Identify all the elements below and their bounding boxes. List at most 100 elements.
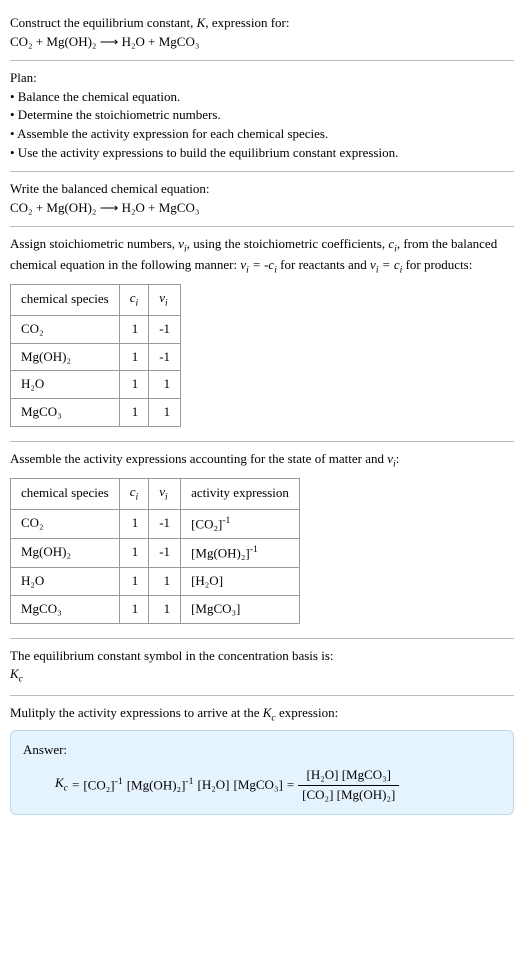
cell-activity: [H₂O] [181, 567, 300, 595]
table-header-row: chemical species ci νi activity expressi… [11, 478, 300, 509]
cell-species: CO₂ [11, 509, 120, 538]
cell-species: H₂O [11, 567, 120, 595]
stoich-b: , using the stoichiometric coefficients, [187, 236, 389, 251]
multiply-block: Mulitply the activity expressions to arr… [10, 698, 514, 825]
cell-species: MgCO₃ [11, 399, 120, 427]
cell-vi: 1 [149, 595, 181, 623]
balanced-heading: Write the balanced chemical equation: [10, 180, 514, 199]
equals: = [72, 776, 79, 795]
activity-block: Assemble the activity expressions accoun… [10, 444, 514, 635]
cell-activity: [Mg(OH)₂]-1 [181, 538, 300, 567]
kc-lhs: Kc [55, 774, 68, 796]
balanced-equation: CO₂ + Mg(OH)₂ ⟶ H₂O + MgCO₃ [10, 199, 514, 218]
cell-species: Mg(OH)₂ [11, 538, 120, 567]
cell-vi: -1 [149, 538, 181, 567]
table-row: MgCO₃ 1 1 [MgCO₃] [11, 595, 300, 623]
cell-vi: -1 [149, 509, 181, 538]
activity-text: Assemble the activity expressions accoun… [10, 450, 514, 472]
multiply-text: Mulitply the activity expressions to arr… [10, 704, 514, 726]
intro-text-b: , expression for: [205, 15, 289, 30]
term-mgco3: [MgCO₃] [234, 776, 283, 795]
plan-block: Plan: • Balance the chemical equation. •… [10, 63, 514, 169]
col-species: chemical species [11, 478, 120, 509]
plan-bullet-1: • Balance the chemical equation. [10, 88, 514, 107]
stoich-text: Assign stoichiometric numbers, νi, using… [10, 235, 514, 278]
table-row: H₂O 1 1 [H₂O] [11, 567, 300, 595]
table-row: CO₂ 1 -1 [CO₂]-1 [11, 509, 300, 538]
cell-vi: -1 [149, 315, 181, 343]
col-vi: νi [149, 285, 181, 316]
cell-ci: 1 [119, 315, 149, 343]
col-activity: activity expression [181, 478, 300, 509]
cell-species: Mg(OH)₂ [11, 343, 120, 371]
cell-ci: 1 [119, 509, 149, 538]
cell-ci: 1 [119, 343, 149, 371]
cell-vi: 1 [149, 371, 181, 399]
balanced-block: Write the balanced chemical equation: CO… [10, 174, 514, 224]
stoich-block: Assign stoichiometric numbers, νi, using… [10, 229, 514, 440]
activity-a: Assemble the activity expressions accoun… [10, 451, 387, 466]
cell-ci: 1 [119, 567, 149, 595]
term-h2o: [H₂O] [198, 776, 230, 795]
table-row: MgCO₃ 1 1 [11, 399, 181, 427]
col-species: chemical species [11, 285, 120, 316]
kc-symbol: Kc [10, 665, 514, 687]
cell-activity: [MgCO₃] [181, 595, 300, 623]
divider [10, 226, 514, 227]
cell-species: MgCO₃ [11, 595, 120, 623]
term-co2: [CO₂]-1 [83, 775, 122, 795]
fraction-numerator: [H₂O] [MgCO₃] [298, 766, 399, 786]
intro-text-a: Construct the equilibrium constant, [10, 15, 197, 30]
stoich-d: for reactants and [277, 257, 370, 272]
table-header-row: chemical species ci νi [11, 285, 181, 316]
col-ci: ci [119, 478, 149, 509]
cell-species: CO₂ [11, 315, 120, 343]
activity-table: chemical species ci νi activity expressi… [10, 478, 300, 624]
divider [10, 171, 514, 172]
multiply-b: expression: [276, 705, 338, 720]
plan-bullet-4: • Use the activity expressions to build … [10, 144, 514, 163]
cell-ci: 1 [119, 595, 149, 623]
intro-line: Construct the equilibrium constant, K, e… [10, 14, 514, 33]
stoich-a: Assign stoichiometric numbers, [10, 236, 178, 251]
divider [10, 695, 514, 696]
fraction-denominator: [CO₂] [Mg(OH)₂] [298, 786, 399, 805]
plan-bullet-3: • Assemble the activity expression for e… [10, 125, 514, 144]
cell-species: H₂O [11, 371, 120, 399]
fraction: [H₂O] [MgCO₃] [CO₂] [Mg(OH)₂] [298, 766, 399, 805]
kc-inline: Kc [263, 705, 276, 720]
multiply-a: Mulitply the activity expressions to arr… [10, 705, 263, 720]
cell-ci: 1 [119, 538, 149, 567]
c-i: ci [388, 236, 397, 251]
nu-eq2: νi = ci [370, 257, 402, 272]
nu-eq: νi = -ci [240, 257, 277, 272]
stoich-e: for products: [402, 257, 472, 272]
stoich-table: chemical species ci νi CO₂ 1 -1 Mg(OH)₂ … [10, 284, 181, 427]
answer-equation: Kc = [CO₂]-1 [Mg(OH)₂]-1 [H₂O] [MgCO₃] =… [23, 766, 501, 805]
answer-label: Answer: [23, 741, 501, 760]
cell-vi: -1 [149, 343, 181, 371]
intro-block: Construct the equilibrium constant, K, e… [10, 8, 514, 58]
divider [10, 60, 514, 61]
divider [10, 638, 514, 639]
term-mgoh2: [Mg(OH)₂]-1 [127, 775, 194, 795]
col-ci: ci [119, 285, 149, 316]
cell-ci: 1 [119, 371, 149, 399]
intro-equation: CO₂ + Mg(OH)₂ ⟶ H₂O + MgCO₃ [10, 33, 514, 52]
table-row: CO₂ 1 -1 [11, 315, 181, 343]
table-row: H₂O 1 1 [11, 371, 181, 399]
nu-i: νi [178, 236, 187, 251]
divider [10, 441, 514, 442]
cell-activity: [CO₂]-1 [181, 509, 300, 538]
nu-i: νi [387, 451, 396, 466]
plan-bullet-2: • Determine the stoichiometric numbers. [10, 106, 514, 125]
cell-vi: 1 [149, 567, 181, 595]
answer-box: Answer: Kc = [CO₂]-1 [Mg(OH)₂]-1 [H₂O] [… [10, 730, 514, 816]
cell-ci: 1 [119, 399, 149, 427]
kc-symbol-block: The equilibrium constant symbol in the c… [10, 641, 514, 694]
col-vi: νi [149, 478, 181, 509]
cell-vi: 1 [149, 399, 181, 427]
table-row: Mg(OH)₂ 1 -1 [Mg(OH)₂]-1 [11, 538, 300, 567]
plan-heading: Plan: [10, 69, 514, 88]
equals: = [287, 776, 294, 795]
